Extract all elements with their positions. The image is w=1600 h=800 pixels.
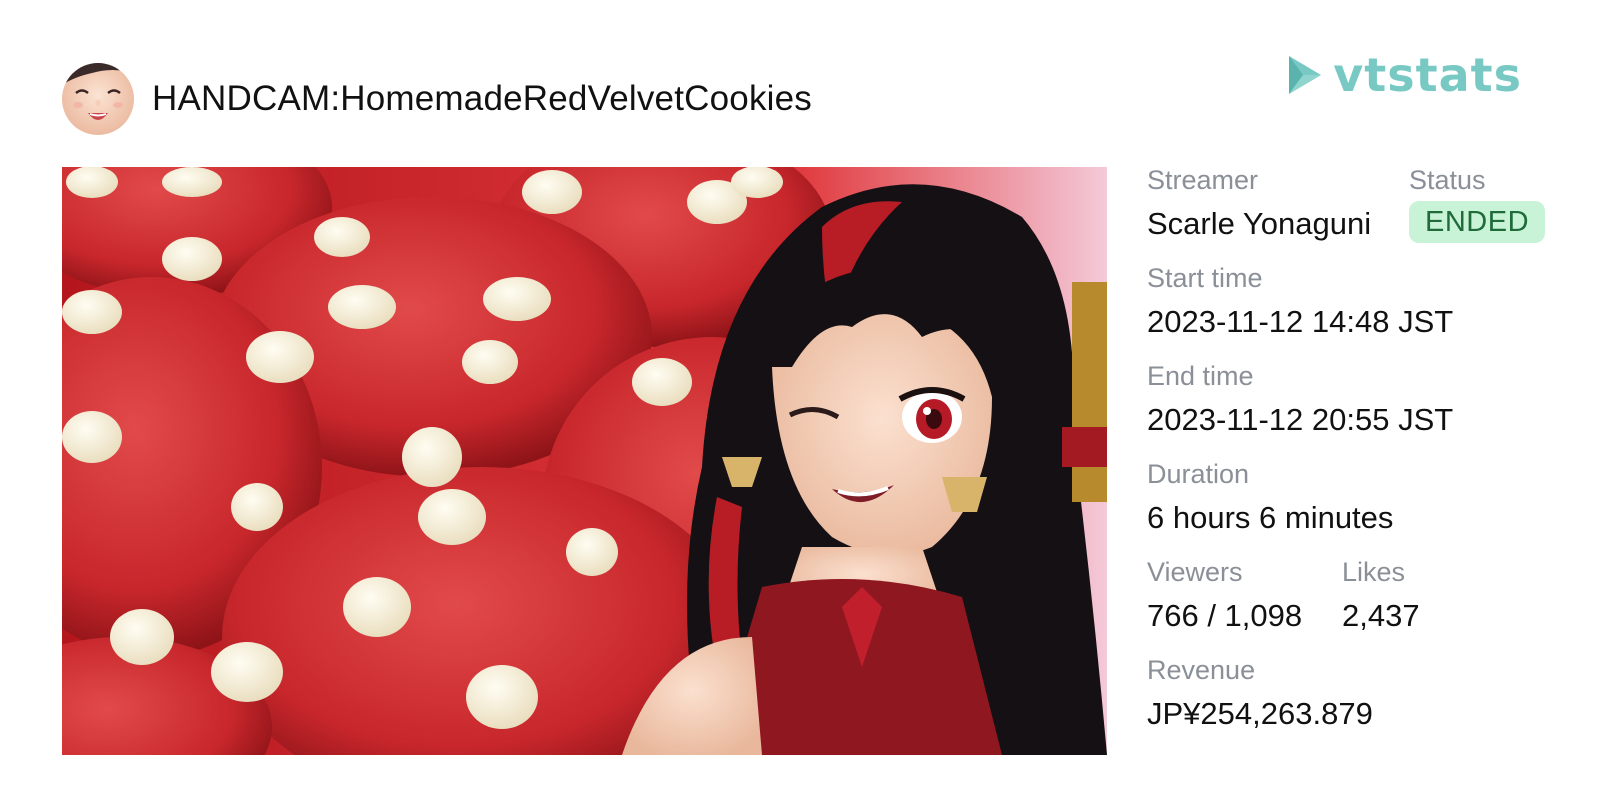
end-time-label: End time — [1147, 361, 1254, 391]
status-label: Status — [1409, 165, 1486, 195]
duration-field: Duration 6 hours 6 minutes — [1147, 457, 1393, 539]
avatar-icon — [62, 63, 134, 135]
brand-logo[interactable]: vtstats — [1287, 52, 1522, 98]
revenue-value: JP¥254,263.879 — [1147, 696, 1373, 731]
duration-label: Duration — [1147, 459, 1250, 489]
status-field: Status ENDED — [1409, 163, 1546, 243]
status-badge: ENDED — [1409, 201, 1546, 243]
avatar — [62, 63, 134, 135]
viewers-field: Viewers 766 / 1,098 — [1147, 555, 1302, 637]
thumbnail-image — [62, 167, 1107, 755]
likes-value: 2,437 — [1342, 598, 1420, 633]
end-time-value: 2023-11-12 20:55 JST — [1147, 402, 1454, 437]
likes-label: Likes — [1342, 557, 1406, 587]
start-time-field: Start time 2023-11-12 14:48 JST — [1147, 261, 1453, 343]
streamer-field: Streamer Scarle Yonaguni — [1147, 163, 1371, 245]
stream-thumbnail[interactable] — [62, 167, 1107, 755]
revenue-field: Revenue JP¥254,263.879 — [1147, 653, 1373, 735]
stream-header: HANDCAM:HomemadeRedVelvetCookies — [62, 63, 812, 135]
viewers-label: Viewers — [1147, 557, 1243, 587]
revenue-label: Revenue — [1147, 655, 1256, 685]
viewers-value: 766 / 1,098 — [1147, 598, 1303, 633]
duration-value: 6 hours 6 minutes — [1147, 500, 1394, 535]
play-logo-icon — [1287, 54, 1323, 96]
end-time-field: End time 2023-11-12 20:55 JST — [1147, 359, 1453, 441]
streamer-name[interactable]: Scarle Yonaguni — [1147, 203, 1371, 245]
stream-title[interactable]: HANDCAM:HomemadeRedVelvetCookies — [152, 79, 812, 119]
stream-card: HANDCAM:HomemadeRedVelvetCookies vtstats — [0, 0, 1600, 800]
streamer-label: Streamer — [1147, 165, 1259, 195]
start-time-label: Start time — [1147, 263, 1263, 293]
likes-field: Likes 2,437 — [1342, 555, 1420, 637]
brand-name: vtstats — [1333, 48, 1522, 102]
start-time-value: 2023-11-12 14:48 JST — [1147, 304, 1454, 339]
